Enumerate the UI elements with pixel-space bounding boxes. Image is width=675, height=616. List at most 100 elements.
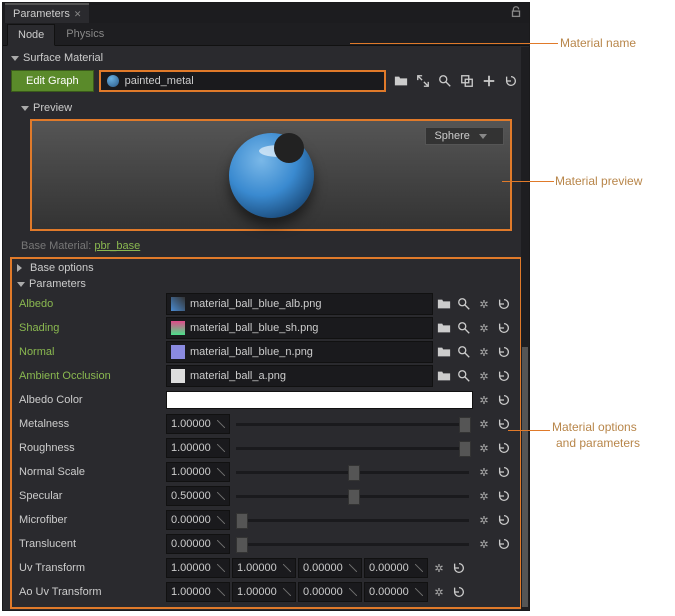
scrollbar-thumb[interactable] [522, 347, 528, 607]
close-icon[interactable]: ✕ [74, 9, 82, 19]
gear-icon[interactable]: ✲ [475, 295, 493, 313]
annotation-material-options: Material options [552, 420, 637, 434]
value-text: 0.00000 [369, 586, 409, 598]
uv-transform-label: Uv Transform [19, 562, 164, 574]
slider-thumb[interactable] [236, 513, 248, 529]
parameters-header[interactable]: Parameters [11, 276, 521, 292]
uv-v3[interactable]: 0.00000 [364, 558, 428, 578]
expand-arrows-icon[interactable] [413, 71, 433, 91]
roughness-slider[interactable] [236, 440, 469, 456]
slider-thumb[interactable] [348, 465, 360, 481]
normal-scale-value[interactable]: 1.00000 [166, 462, 230, 482]
search-icon[interactable] [435, 71, 455, 91]
folder-icon[interactable] [435, 343, 453, 361]
gear-icon[interactable]: ✲ [430, 583, 448, 601]
translucent-value[interactable]: 0.00000 [166, 534, 230, 554]
gear-icon[interactable]: ✲ [475, 535, 493, 553]
normal-scale-slider[interactable] [236, 464, 469, 480]
folder-icon[interactable] [435, 295, 453, 313]
gear-icon[interactable]: ✲ [430, 559, 448, 577]
reset-icon[interactable] [501, 71, 521, 91]
reset-icon[interactable] [495, 439, 513, 457]
uv-v0[interactable]: 1.00000 [166, 558, 230, 578]
translucent-slider[interactable] [236, 536, 469, 552]
gear-icon[interactable]: ✲ [475, 319, 493, 337]
reset-icon[interactable] [495, 295, 513, 313]
microfiber-label: Microfiber [19, 514, 164, 526]
folder-icon[interactable] [435, 367, 453, 385]
value-text: 0.00000 [171, 538, 211, 550]
diag-icon [217, 540, 225, 548]
search-icon[interactable] [455, 367, 473, 385]
reset-icon[interactable] [450, 559, 468, 577]
lock-icon[interactable] [509, 5, 523, 22]
reset-icon[interactable] [450, 583, 468, 601]
expand-icon [21, 106, 29, 111]
edit-graph-button[interactable]: Edit Graph [11, 70, 94, 92]
aouv-v3[interactable]: 0.00000 [364, 582, 428, 602]
gear-icon[interactable]: ✲ [475, 487, 493, 505]
reset-icon[interactable] [495, 343, 513, 361]
reset-icon[interactable] [495, 391, 513, 409]
aouv-v0[interactable]: 1.00000 [166, 582, 230, 602]
metalness-label: Metalness [19, 418, 164, 430]
slider-thumb[interactable] [348, 489, 360, 505]
diag-icon [217, 588, 225, 596]
clone-icon[interactable] [457, 71, 477, 91]
search-icon[interactable] [455, 295, 473, 313]
metalness-slider[interactable] [236, 416, 469, 432]
add-icon[interactable] [479, 71, 499, 91]
microfiber-value[interactable]: 0.00000 [166, 510, 230, 530]
preview-header[interactable]: Preview [11, 100, 521, 116]
gear-icon[interactable]: ✲ [475, 511, 493, 529]
tab-node[interactable]: Node [7, 24, 55, 46]
preview-shape-select[interactable]: Sphere [425, 127, 504, 145]
aouv-v2[interactable]: 0.00000 [298, 582, 362, 602]
folder-icon[interactable] [435, 319, 453, 337]
gear-icon[interactable]: ✲ [475, 439, 493, 457]
reset-icon[interactable] [495, 319, 513, 337]
diag-icon [217, 516, 225, 524]
ao-field[interactable]: material_ball_a.png [166, 365, 433, 387]
reset-icon[interactable] [495, 487, 513, 505]
base-options-header[interactable]: Base options [11, 260, 521, 276]
normal-field[interactable]: material_ball_blue_n.png [166, 341, 433, 363]
slider-thumb[interactable] [459, 417, 471, 433]
search-icon[interactable] [455, 319, 473, 337]
gear-icon[interactable]: ✲ [475, 391, 493, 409]
specular-value[interactable]: 0.50000 [166, 486, 230, 506]
specular-slider[interactable] [236, 488, 469, 504]
roughness-value[interactable]: 1.00000 [166, 438, 230, 458]
ao-file: material_ball_a.png [190, 370, 286, 382]
gear-icon[interactable]: ✲ [475, 415, 493, 433]
folder-icon[interactable] [391, 71, 411, 91]
material-name-field[interactable]: painted_metal [100, 71, 385, 91]
gear-icon[interactable]: ✲ [475, 463, 493, 481]
reset-icon[interactable] [495, 463, 513, 481]
roughness-label: Roughness [19, 442, 164, 454]
diag-icon [217, 468, 225, 476]
scrollbar[interactable] [521, 47, 529, 610]
slider-thumb[interactable] [236, 537, 248, 553]
tab-physics[interactable]: Physics [55, 23, 115, 45]
uv-v2[interactable]: 0.00000 [298, 558, 362, 578]
annotation-line [502, 181, 554, 182]
panel-title-tab[interactable]: Parameters✕ [5, 3, 89, 23]
shading-field[interactable]: material_ball_blue_sh.png [166, 317, 433, 339]
reset-icon[interactable] [495, 367, 513, 385]
surface-material-header[interactable]: Surface Material [11, 50, 521, 66]
albedo-color-field[interactable] [166, 391, 473, 409]
metalness-value[interactable]: 1.00000 [166, 414, 230, 434]
search-icon[interactable] [455, 343, 473, 361]
slider-thumb[interactable] [459, 441, 471, 457]
microfiber-slider[interactable] [236, 512, 469, 528]
reset-icon[interactable] [495, 535, 513, 553]
reset-icon[interactable] [495, 511, 513, 529]
albedo-field[interactable]: material_ball_blue_alb.png [166, 293, 433, 315]
base-material-link[interactable]: pbr_base [94, 240, 140, 252]
gear-icon[interactable]: ✲ [475, 367, 493, 385]
uv-v1[interactable]: 1.00000 [232, 558, 296, 578]
aouv-v1[interactable]: 1.00000 [232, 582, 296, 602]
gear-icon[interactable]: ✲ [475, 343, 493, 361]
section-label: Surface Material [23, 52, 103, 64]
